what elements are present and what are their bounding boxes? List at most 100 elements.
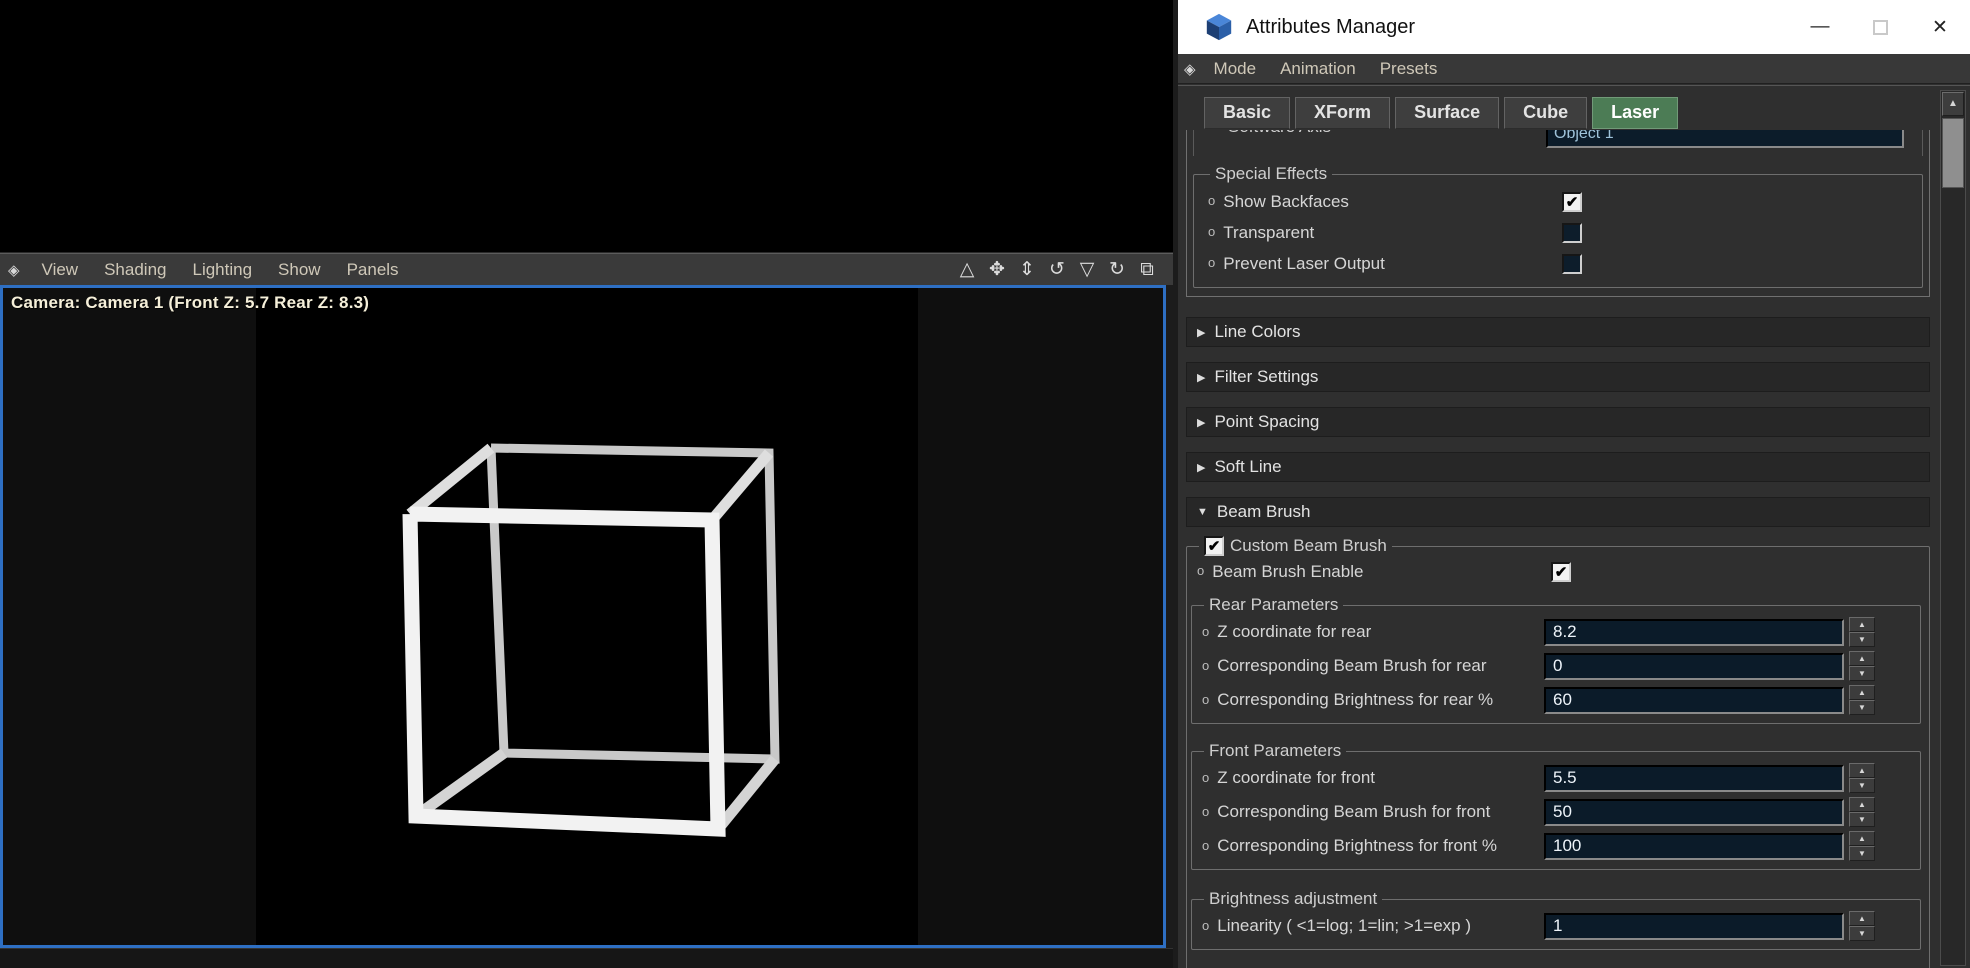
- menu-mode[interactable]: Mode: [1206, 57, 1265, 81]
- beam-brush-enable-checkbox[interactable]: [1551, 562, 1571, 582]
- spin-up-button[interactable]: [1849, 617, 1875, 632]
- tab-cube[interactable]: Cube: [1504, 97, 1587, 129]
- front-parameters-group: Front Parameters Z coordinate for front …: [1191, 741, 1921, 870]
- camera-viewport[interactable]: Camera: Camera 1 (Front Z: 5.7 Rear Z: 8…: [0, 285, 1166, 948]
- spin-down-button[interactable]: [1849, 812, 1875, 827]
- brush-rear-label: Corresponding Beam Brush for rear: [1196, 656, 1544, 676]
- menu-presets[interactable]: Presets: [1372, 57, 1446, 81]
- brush-rear-input[interactable]: [1544, 653, 1844, 680]
- custom-beam-brush-checkbox[interactable]: [1204, 536, 1224, 556]
- viewport-toolbar: △ ✥ ⇕ ↺ ▽ ↻ ⧉: [955, 258, 1159, 281]
- z-rear-input[interactable]: [1544, 619, 1844, 646]
- minimize-button[interactable]: —: [1790, 0, 1850, 54]
- tab-basic[interactable]: Basic: [1204, 97, 1290, 129]
- expanded-arrow-icon: [1197, 506, 1208, 518]
- special-effects-title: Special Effects: [1210, 164, 1332, 184]
- spin-down-button[interactable]: [1849, 778, 1875, 793]
- tab-bar: Basic XForm Surface Cube Laser: [1204, 97, 1678, 129]
- top-viewport-empty[interactable]: [0, 0, 1173, 253]
- row-prevent-laser-output: Prevent Laser Output: [1202, 248, 1914, 279]
- section-beam-brush[interactable]: Beam Brush: [1186, 497, 1930, 527]
- show-backfaces-checkbox[interactable]: [1562, 192, 1582, 212]
- scroll-column: Software Axis Object 1 Special Effects S…: [1186, 130, 1930, 968]
- roll-camera-icon[interactable]: ↻: [1105, 258, 1129, 281]
- tab-xform[interactable]: XForm: [1295, 97, 1390, 129]
- linearity-label: Linearity ( <1=log; 1=lin; >1=exp ): [1196, 916, 1544, 936]
- brightness-rear-input[interactable]: [1544, 687, 1844, 714]
- fov-camera-icon[interactable]: ▽: [1075, 258, 1099, 281]
- brightness-adjustment-title: Brightness adjustment: [1204, 889, 1382, 909]
- panel-scrollbar[interactable]: ▲: [1940, 90, 1966, 966]
- beam-brush-enable-label: Beam Brush Enable: [1191, 562, 1551, 582]
- app-icon: [1204, 12, 1234, 42]
- menu-animation[interactable]: Animation: [1272, 57, 1364, 81]
- section-point-spacing[interactable]: Point Spacing: [1186, 407, 1930, 437]
- diamond-icon: [1184, 60, 1196, 78]
- tab-surface[interactable]: Surface: [1395, 97, 1499, 129]
- row-beam-brush-enable: Beam Brush Enable: [1191, 556, 1921, 587]
- spin-down-button[interactable]: [1849, 926, 1875, 941]
- selection-triangle-icon[interactable]: △: [955, 258, 979, 281]
- spin-up-button[interactable]: [1849, 763, 1875, 778]
- section-label: Point Spacing: [1214, 412, 1319, 432]
- viewport-menu-show[interactable]: Show: [270, 257, 329, 283]
- bottom-strip: [0, 948, 1173, 968]
- spin-up-button[interactable]: [1849, 685, 1875, 700]
- z-rear-spinner: [1849, 617, 1875, 647]
- row-linearity: Linearity ( <1=log; 1=lin; >1=exp ): [1196, 909, 1912, 943]
- window-titlebar[interactable]: Attributes Manager — ✕: [1178, 0, 1970, 54]
- linearity-input[interactable]: [1544, 913, 1844, 940]
- row-transparent: Transparent: [1202, 217, 1914, 248]
- spin-down-button[interactable]: [1849, 666, 1875, 681]
- section-filter-settings[interactable]: Filter Settings: [1186, 362, 1930, 392]
- spin-up-button[interactable]: [1849, 797, 1875, 812]
- spin-up-button[interactable]: [1849, 831, 1875, 846]
- orbit-camera-icon[interactable]: ↺: [1045, 258, 1069, 281]
- brush-rear-spinner: [1849, 651, 1875, 681]
- window-controls: — ✕: [1790, 0, 1970, 54]
- clipped-group: Software Axis Object 1 Special Effects S…: [1186, 130, 1930, 297]
- pan-view-icon[interactable]: ✥: [985, 258, 1009, 281]
- brightness-rear-label: Corresponding Brightness for rear %: [1196, 690, 1544, 710]
- section-soft-line[interactable]: Soft Line: [1186, 452, 1930, 482]
- panel-menubar: Mode Animation Presets: [1178, 54, 1970, 84]
- section-label: Beam Brush: [1217, 502, 1311, 522]
- scroll-up-arrow-icon[interactable]: ▲: [1942, 92, 1964, 116]
- viewport-menu-view[interactable]: View: [34, 257, 87, 283]
- custom-beam-brush-title: Custom Beam Brush: [1230, 536, 1387, 556]
- viewport-menu-shading[interactable]: Shading: [96, 257, 174, 283]
- spin-up-button[interactable]: [1849, 651, 1875, 666]
- dolly-camera-icon[interactable]: ⇕: [1015, 258, 1039, 281]
- transparent-checkbox[interactable]: [1562, 223, 1582, 243]
- z-front-input[interactable]: [1544, 765, 1844, 792]
- rear-parameters-group: Rear Parameters Z coordinate for rear Co…: [1191, 595, 1921, 724]
- front-parameters-title: Front Parameters: [1204, 741, 1346, 761]
- close-button[interactable]: ✕: [1910, 0, 1970, 54]
- z-front-spinner: [1849, 763, 1875, 793]
- viewport-menu-panels[interactable]: Panels: [339, 257, 407, 283]
- row-brightness-front: Corresponding Brightness for front %: [1196, 829, 1912, 863]
- row-brush-front: Corresponding Beam Brush for front: [1196, 795, 1912, 829]
- spin-down-button[interactable]: [1849, 632, 1875, 647]
- viewport-menu-lighting[interactable]: Lighting: [184, 257, 260, 283]
- brush-front-input[interactable]: [1544, 799, 1844, 826]
- window-title: Attributes Manager: [1246, 16, 1415, 39]
- scrollbar-thumb[interactable]: [1942, 118, 1964, 188]
- prevent-laser-output-checkbox[interactable]: [1562, 254, 1582, 274]
- spin-down-button[interactable]: [1849, 846, 1875, 861]
- spin-up-button[interactable]: [1849, 911, 1875, 926]
- prevent-laser-output-label: Prevent Laser Output: [1202, 254, 1562, 274]
- z-rear-label: Z coordinate for rear: [1196, 622, 1544, 642]
- linearity-spinner: [1849, 911, 1875, 941]
- brightness-front-input[interactable]: [1544, 833, 1844, 860]
- tab-laser[interactable]: Laser: [1592, 97, 1678, 129]
- section-label: Line Colors: [1214, 322, 1300, 342]
- maximize-icon: [1873, 20, 1888, 35]
- camera-status-label: Camera: Camera 1 (Front Z: 5.7 Rear Z: 8…: [11, 293, 369, 313]
- maximize-button[interactable]: [1850, 0, 1910, 54]
- clipped-row-dropdown[interactable]: Object 1: [1546, 130, 1904, 148]
- section-line-colors[interactable]: Line Colors: [1186, 317, 1930, 347]
- section-label: Soft Line: [1214, 457, 1281, 477]
- viewport-layout-icon[interactable]: ⧉: [1135, 259, 1159, 281]
- spin-down-button[interactable]: [1849, 700, 1875, 715]
